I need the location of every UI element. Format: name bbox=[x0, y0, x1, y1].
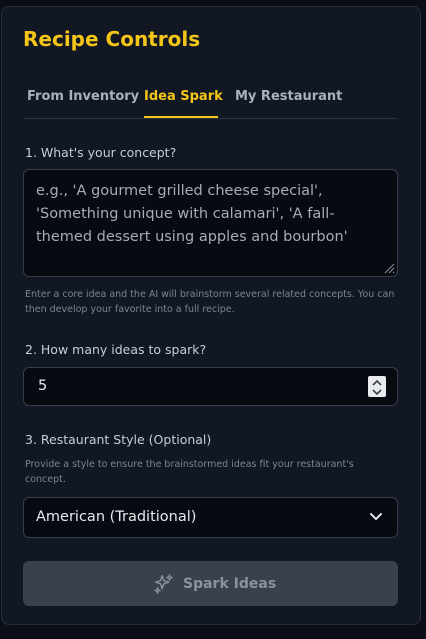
restaurant-style-select[interactable]: American (Traditional) bbox=[23, 497, 398, 538]
idea-count-stepper[interactable] bbox=[368, 376, 386, 397]
resize-handle-icon[interactable] bbox=[383, 262, 395, 274]
tab-my-restaurant[interactable]: My Restaurant bbox=[235, 77, 342, 117]
style-hint: Provide a style to ensure the brainstorm… bbox=[25, 459, 354, 485]
stepper-arrows-icon bbox=[372, 379, 382, 396]
chevron-down-icon bbox=[370, 513, 382, 520]
idea-count-label: 2. How many ideas to spark? bbox=[25, 342, 207, 357]
idea-count-value: 5 bbox=[38, 378, 48, 394]
concept-placeholder: e.g., 'A gourmet grilled cheese special'… bbox=[36, 183, 348, 245]
restaurant-style-value: American (Traditional) bbox=[36, 509, 197, 525]
tab-idea-spark[interactable]: Idea Spark bbox=[144, 77, 223, 118]
tab-bar: From Inventory Idea Spark My Restaurant bbox=[23, 77, 397, 119]
style-label: 3. Restaurant Style (Optional) bbox=[25, 432, 212, 447]
panel-title: Recipe Controls bbox=[23, 27, 201, 51]
idea-count-input[interactable]: 5 bbox=[23, 367, 398, 406]
tab-from-inventory[interactable]: From Inventory bbox=[23, 77, 139, 117]
spark-ideas-button[interactable]: Spark Ideas bbox=[23, 561, 398, 606]
sparkles-icon bbox=[154, 574, 173, 594]
concept-hint: Enter a core idea and the AI will brains… bbox=[25, 289, 395, 315]
concept-label: 1. What's your concept? bbox=[25, 145, 177, 160]
concept-textarea[interactable]: e.g., 'A gourmet grilled cheese special'… bbox=[23, 169, 398, 277]
spark-ideas-label: Spark Ideas bbox=[183, 576, 277, 592]
